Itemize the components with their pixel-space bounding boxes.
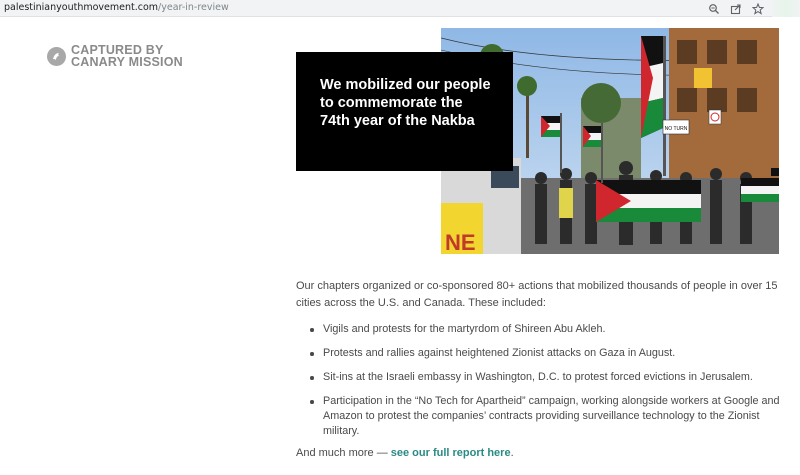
list-item: Sit-ins at the Israeli embassy in Washin… bbox=[308, 370, 786, 385]
intro-paragraph: Our chapters organized or co-sponsored 8… bbox=[296, 280, 778, 309]
canary-mission-watermark: CAPTURED BY CANARY MISSION bbox=[47, 44, 183, 68]
extension-area bbox=[772, 0, 800, 17]
photo-street-sign: NO TURN bbox=[665, 126, 688, 132]
url-field[interactable]: palestinianyouthmovement.com/year-in-rev… bbox=[4, 2, 229, 14]
svg-text:NE: NE bbox=[445, 230, 476, 254]
more-suffix: . bbox=[510, 447, 514, 459]
url-domain: palestinianyouthmovement.com bbox=[4, 2, 159, 13]
list-item: Vigils and protests for the martyrdom of… bbox=[308, 322, 786, 337]
main-content: Our chapters organized or co-sponsored 8… bbox=[296, 278, 786, 448]
bookmark-star-icon[interactable] bbox=[751, 2, 765, 15]
bird-logo-icon bbox=[47, 46, 66, 66]
zoom-icon[interactable] bbox=[708, 2, 720, 14]
url-path: /year-in-review bbox=[158, 2, 229, 13]
browser-address-bar: palestinianyouthmovement.com/year-in-rev… bbox=[0, 0, 800, 17]
share-icon[interactable] bbox=[730, 2, 742, 15]
list-item: Protests and rallies against heightened … bbox=[308, 346, 786, 361]
more-line: And much more — see our full report here… bbox=[296, 447, 514, 459]
hero-title: We mobilized our people to commemorate t… bbox=[320, 77, 491, 129]
more-prefix: And much more — bbox=[296, 447, 391, 459]
actions-list: Vigils and protests for the martyrdom of… bbox=[296, 322, 786, 439]
list-item: Participation in the “No Tech for Aparth… bbox=[308, 394, 786, 439]
hero-title-box: We mobilized our people to commemorate t… bbox=[296, 52, 513, 171]
watermark-line2: CANARY MISSION bbox=[71, 55, 183, 69]
full-report-link[interactable]: see our full report here bbox=[391, 447, 511, 459]
